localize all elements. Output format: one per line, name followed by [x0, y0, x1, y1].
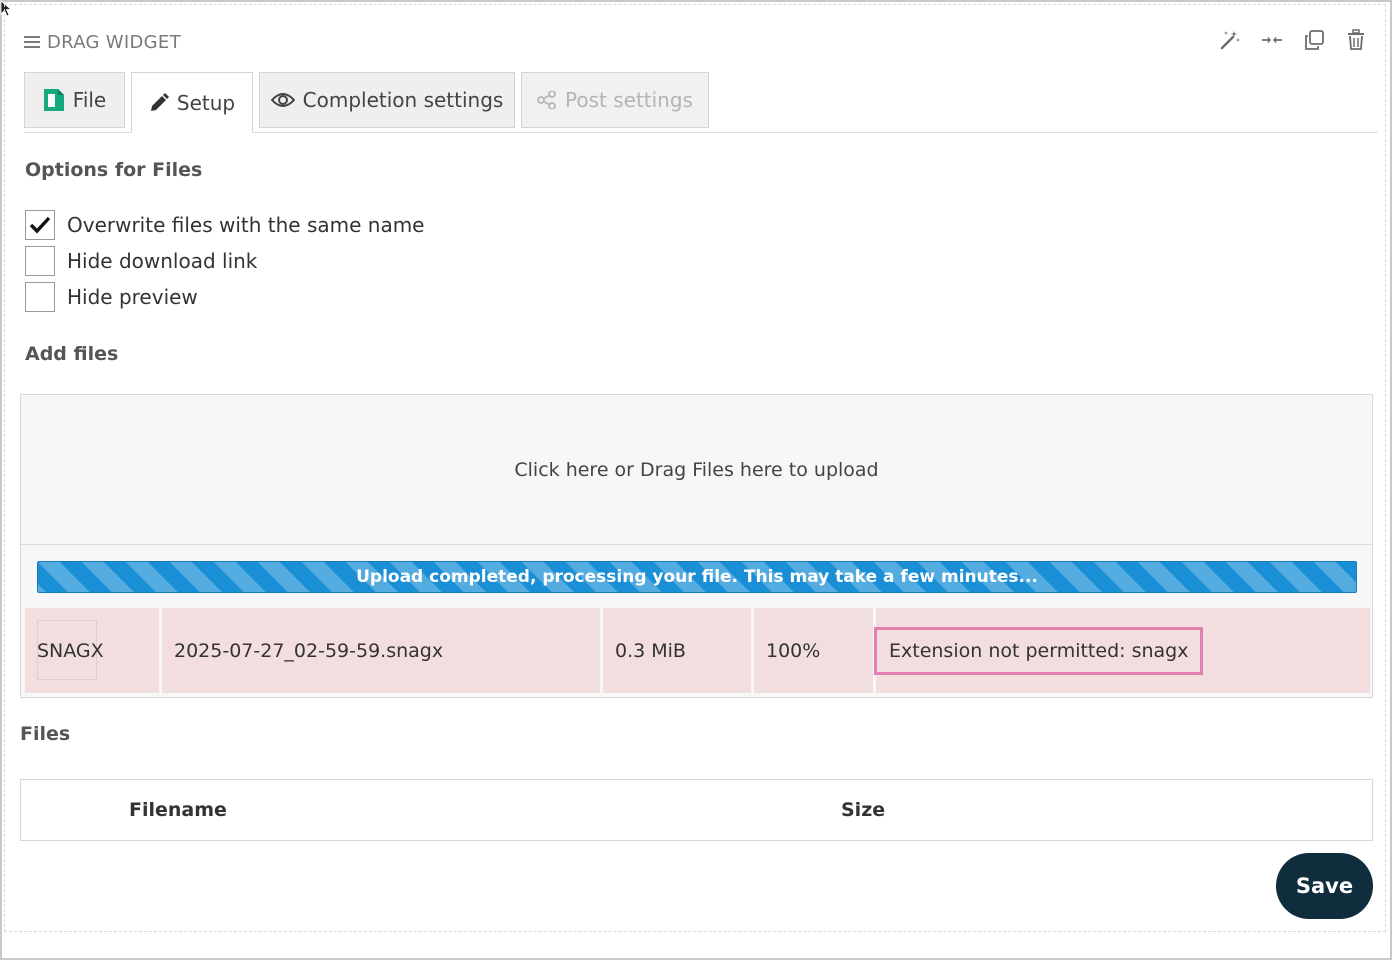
duplicate-icon[interactable]	[1303, 29, 1325, 51]
upload-progress-bar: Upload completed, processing your file. …	[37, 561, 1357, 593]
widget-toolbar	[1219, 29, 1367, 51]
progress-text: Upload completed, processing your file. …	[356, 567, 1038, 587]
options-heading: Options for Files	[25, 159, 203, 181]
add-files-heading: Add files	[25, 343, 119, 365]
file-thumbnail: SNAGX	[25, 608, 159, 693]
eye-icon	[270, 93, 295, 107]
widget-title: DRAG WIDGET	[47, 31, 181, 53]
dropzone-text[interactable]: Click here or Drag Files here to upload	[21, 395, 1372, 545]
option-hide-preview[interactable]: Hide preview	[25, 282, 198, 312]
option-hide-download-link-label: Hide download link	[67, 249, 258, 273]
tab-setup[interactable]: Setup	[131, 72, 253, 133]
tab-setup-label: Setup	[176, 90, 236, 115]
tab-file-label: File	[72, 88, 107, 112]
collapse-arrows-icon[interactable]	[1261, 29, 1283, 51]
file-dropzone[interactable]: Click here or Drag Files here to upload …	[20, 394, 1373, 698]
tab-completion-settings-label: Completion settings	[302, 88, 504, 112]
file-name: 2025-07-27_02-59-59.snagx	[162, 608, 600, 693]
file-error-message: Extension not permitted: snagx	[874, 626, 1204, 675]
file-progress: 100%	[754, 608, 873, 693]
file-size: 0.3 MiB	[603, 608, 751, 693]
hamburger-icon[interactable]	[23, 33, 41, 51]
tab-post-settings-label: Post settings	[565, 88, 693, 112]
share-icon	[537, 91, 556, 109]
file-error-cell: Extension not permitted: snagx	[874, 608, 1370, 693]
magic-wand-icon[interactable]	[1219, 29, 1241, 51]
files-table: Filename Size	[20, 779, 1373, 841]
trash-icon[interactable]	[1345, 29, 1367, 51]
option-overwrite-label: Overwrite files with the same name	[67, 213, 425, 237]
checkmark-icon	[29, 216, 51, 234]
tab-post-settings[interactable]: Post settings	[521, 72, 709, 128]
column-header-filename[interactable]: Filename	[129, 780, 227, 840]
overwrite-checkbox[interactable]	[25, 210, 55, 240]
pencil-icon	[150, 92, 169, 111]
uploaded-file-row: SNAGX 2025-07-27_02-59-59.snagx 0.3 MiB …	[25, 608, 1370, 693]
save-button[interactable]: Save	[1276, 853, 1373, 919]
hide-download-link-checkbox[interactable]	[25, 246, 55, 276]
dropzone-divider	[21, 544, 1372, 545]
hide-preview-checkbox[interactable]	[25, 282, 55, 312]
thumbnail-text: SNAGX	[37, 639, 104, 662]
tab-bar: File Setup Completion settings Post sett…	[24, 71, 1378, 133]
column-header-size[interactable]: Size	[841, 780, 885, 840]
option-hide-preview-label: Hide preview	[67, 285, 198, 309]
files-heading: Files	[20, 723, 71, 745]
tab-file[interactable]: File	[24, 72, 125, 128]
option-overwrite[interactable]: Overwrite files with the same name	[25, 210, 425, 240]
option-hide-download-link[interactable]: Hide download link	[25, 246, 257, 276]
widget-header[interactable]: DRAG WIDGET	[23, 29, 181, 55]
file-icon	[43, 89, 64, 111]
tab-completion-settings[interactable]: Completion settings	[259, 72, 515, 128]
